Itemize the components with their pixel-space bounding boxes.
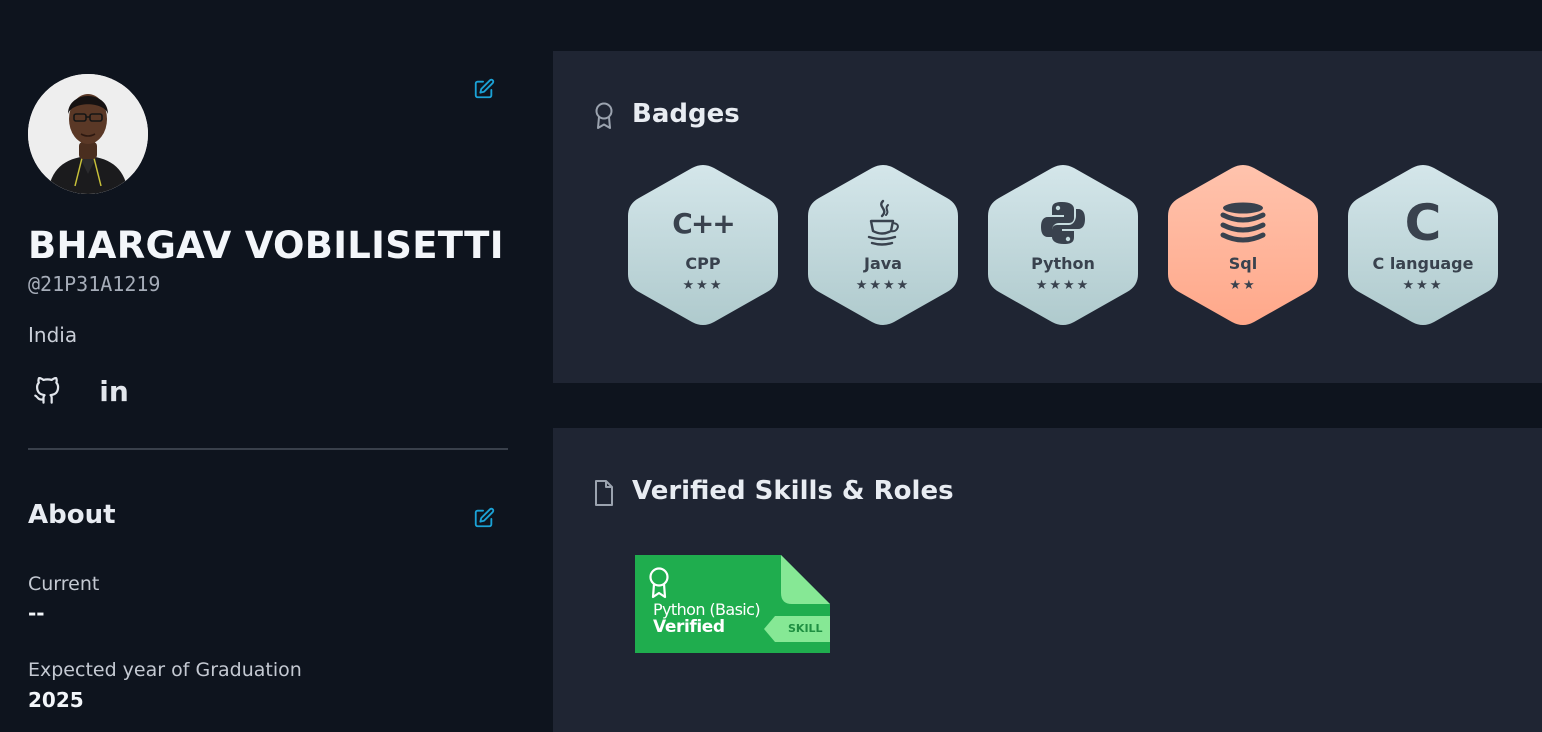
edit-profile-button[interactable]	[471, 76, 497, 102]
badge-java[interactable]: Java ★★★★	[808, 163, 958, 327]
badge-stars: ★★★	[1402, 278, 1444, 293]
java-cup-icon	[853, 193, 913, 253]
certificate-status: Verified	[653, 617, 725, 637]
badge-cpp[interactable]: C++ CPP ★★★	[628, 163, 778, 327]
profile-sidebar: BHARGAV VOBILISETTI @21P31A1219 India in…	[0, 0, 553, 732]
c-language-icon: C	[1404, 194, 1442, 252]
edit-about-button[interactable]	[471, 505, 497, 531]
badge-c-language[interactable]: C C language ★★★	[1348, 163, 1498, 327]
graduation-label: Expected year of Graduation	[28, 659, 302, 681]
verified-skills-title: Verified Skills & Roles	[632, 476, 954, 506]
python-icon	[1033, 193, 1093, 253]
skill-certificate-python-basic[interactable]: Python (Basic) Verified SKILL	[635, 555, 830, 653]
badge-sql[interactable]: Sql ★★	[1168, 163, 1318, 327]
badge-stars: ★★★★	[855, 278, 911, 293]
current-label: Current	[28, 573, 100, 595]
certificate-ribbon-icon	[649, 567, 669, 599]
profile-name: BHARGAV VOBILISETTI	[28, 224, 504, 267]
badge-stars: ★★★	[682, 278, 724, 293]
document-icon	[595, 480, 613, 506]
profile-country: India	[28, 323, 78, 347]
about-title: About	[28, 500, 116, 530]
edit-icon	[474, 78, 495, 99]
badge-name: Python	[1031, 254, 1095, 273]
profile-page: BHARGAV VOBILISETTI @21P31A1219 India in…	[0, 0, 1542, 732]
badge-stars: ★★★★	[1035, 278, 1091, 293]
profile-handle: @21P31A1219	[28, 272, 161, 296]
verified-skills-card: Verified Skills & Roles Python (Basic) V…	[553, 428, 1542, 732]
linkedin-icon: in	[99, 374, 129, 408]
badge-name: Sql	[1228, 254, 1258, 273]
database-icon	[1213, 193, 1273, 253]
edit-icon	[474, 507, 495, 528]
badge-stars: ★★	[1229, 278, 1257, 293]
avatar[interactable]	[28, 74, 148, 194]
cpp-icon: C++	[672, 206, 736, 240]
certificate-tag: SKILL	[788, 622, 823, 635]
badge-name: CPP	[685, 254, 721, 273]
badge-python[interactable]: Python ★★★★	[988, 163, 1138, 327]
badge-name: Java	[864, 254, 902, 273]
badge-name: C language	[1372, 254, 1474, 273]
github-icon	[34, 377, 60, 404]
ribbon-icon	[595, 102, 613, 129]
user-avatar-photo	[28, 74, 148, 194]
current-value: --	[28, 601, 45, 625]
badges-title: Badges	[632, 99, 740, 129]
sidebar-divider	[28, 448, 508, 450]
graduation-value: 2025	[28, 688, 84, 712]
github-link[interactable]	[30, 374, 64, 408]
linkedin-link[interactable]: in	[97, 374, 131, 408]
badges-card: Badges C++ CPP ★★★ Java ★★★★ Python ★★★★…	[553, 51, 1542, 383]
